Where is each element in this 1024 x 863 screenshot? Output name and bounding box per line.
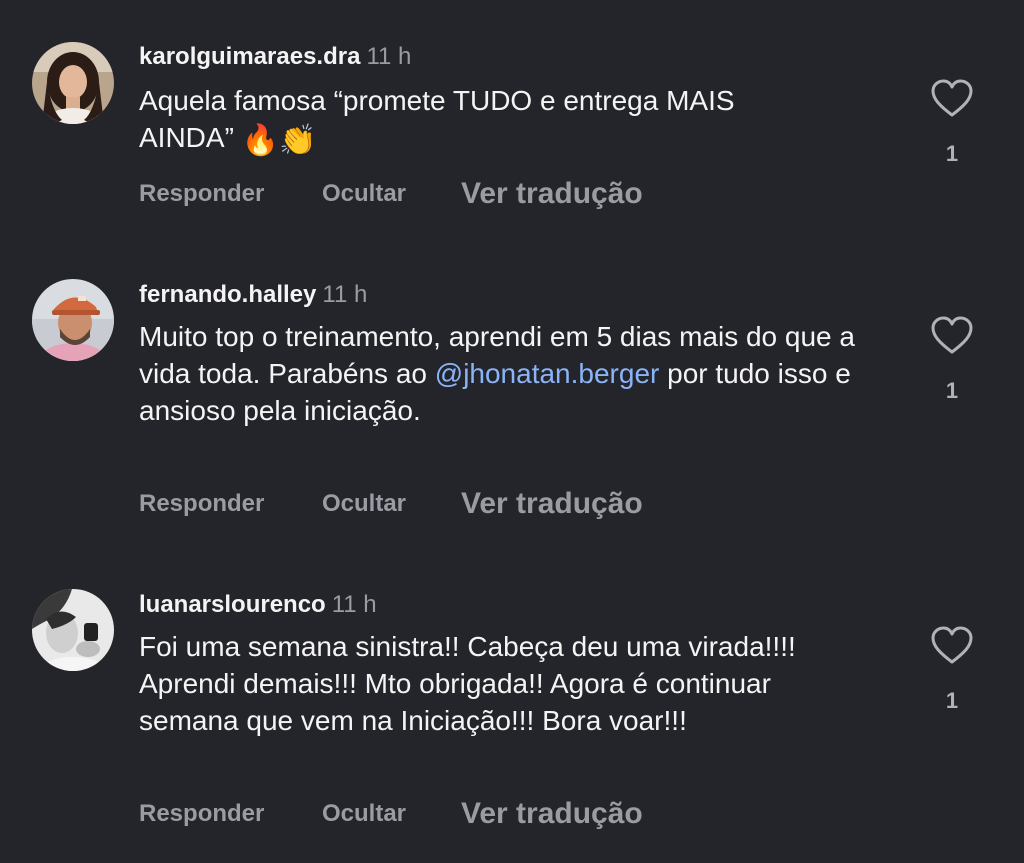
like-count: 1 — [945, 688, 959, 713]
like-button[interactable] — [930, 625, 974, 665]
comments-list: karolguimaraes.dra 11 h Aquela famosa “pr… — [0, 0, 1024, 863]
comment-header: luanarslourenco 11 h — [139, 591, 377, 619]
reply-button[interactable]: Responder — [139, 797, 264, 831]
avatar-photo — [32, 589, 114, 671]
comment-item: luanarslourenco 11 h Foi uma semana sinis… — [0, 0, 1024, 863]
username[interactable]: luanarslourenco — [139, 591, 326, 618]
see-translation-button[interactable]: Ver tradução — [461, 797, 643, 831]
avatar[interactable] — [32, 589, 114, 671]
hide-button[interactable]: Ocultar — [322, 797, 406, 831]
comment-text: Foi uma semana sinistra!! Cabeça deu uma… — [139, 631, 796, 736]
heart-outline-icon — [931, 626, 973, 664]
timestamp: 11 h — [331, 591, 377, 618]
